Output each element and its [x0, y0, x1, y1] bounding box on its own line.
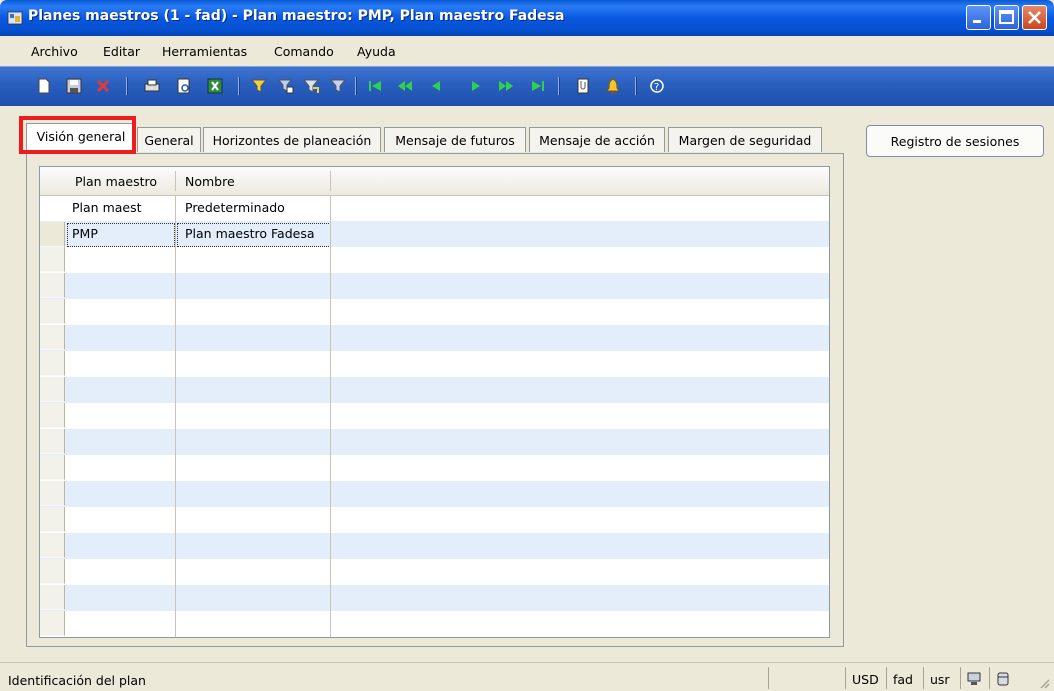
empty-row [40, 611, 829, 637]
column-header-nombre[interactable]: Nombre [185, 174, 235, 189]
delete-icon[interactable] [95, 78, 111, 94]
resize-grip-icon[interactable] [1038, 677, 1050, 689]
menu-editar[interactable]: Editar [103, 44, 140, 59]
empty-row [40, 585, 829, 611]
row-selector [40, 429, 65, 454]
empty-row [40, 455, 829, 481]
status-text: Identificación del plan [8, 673, 146, 688]
print-preview-icon[interactable] [176, 78, 192, 94]
advanced-filter-icon[interactable] [303, 78, 319, 94]
row-selector [40, 481, 65, 506]
focus-outline [67, 223, 175, 247]
next-record-icon[interactable] [468, 78, 484, 94]
row-selector [40, 611, 65, 636]
row-selector [40, 351, 65, 376]
table-row[interactable]: Plan maest Predeterminado [40, 195, 829, 221]
status-computer-cell [960, 667, 988, 689]
minimize-button[interactable] [966, 5, 991, 30]
save-icon[interactable] [66, 78, 82, 94]
next-page-icon[interactable] [498, 78, 514, 94]
empty-row [40, 325, 829, 351]
empty-row [40, 273, 829, 299]
cell-plan-maestro[interactable]: Plan maest [72, 200, 142, 215]
grid: Plan maestro Nombre Plan maest Predeterm… [39, 166, 830, 638]
close-button[interactable] [1022, 5, 1047, 30]
row-selector [40, 533, 65, 558]
menu-bar: Archivo Editar Herramientas Comando Ayud… [0, 36, 1054, 66]
status-currency: USD [845, 667, 885, 689]
row-selector [40, 299, 65, 324]
row-selector [40, 325, 65, 350]
row-selector [40, 455, 65, 480]
previous-page-icon[interactable] [397, 78, 413, 94]
cell-nombre[interactable]: Predeterminado [185, 200, 285, 215]
filter-by-grid-icon[interactable] [278, 78, 294, 94]
app-icon [7, 11, 23, 25]
tab-mensaje-de-futuros[interactable]: Mensaje de futuros [384, 127, 526, 152]
row-selector [40, 247, 65, 272]
empty-row [40, 429, 829, 455]
status-empty-cell [768, 667, 844, 689]
menu-ayuda[interactable]: Ayuda [357, 44, 396, 59]
maximize-icon [999, 10, 1014, 24]
registro-de-sesiones-button[interactable]: Registro de sesiones [866, 125, 1044, 157]
alert-icon[interactable] [605, 78, 621, 94]
empty-row [40, 247, 829, 273]
empty-row [40, 377, 829, 403]
row-selector [40, 559, 65, 584]
row-selector [40, 585, 65, 610]
menu-comando[interactable]: Comando [274, 44, 334, 59]
menu-archivo[interactable]: Archivo [31, 44, 78, 59]
tab-margen-de-seguridad[interactable]: Margen de seguridad [668, 127, 822, 152]
window-title: Planes maestros (1 - fad) - Plan maestro… [28, 8, 565, 24]
last-record-icon[interactable] [530, 78, 546, 94]
attachments-icon[interactable] [575, 78, 591, 94]
close-icon [1028, 11, 1041, 24]
status-database-cell [989, 667, 1017, 689]
database-icon [997, 672, 1009, 686]
new-icon[interactable] [36, 78, 52, 94]
empty-row [40, 299, 829, 325]
empty-row [40, 559, 829, 585]
toolbar: ? [0, 66, 1054, 106]
row-selector [40, 377, 65, 402]
maximize-button[interactable] [994, 5, 1019, 30]
empty-row [40, 507, 829, 533]
column-header-plan-maestro[interactable]: Plan maestro [75, 174, 157, 189]
grid-header: Plan maestro Nombre [40, 167, 829, 196]
tab-highlight-box [19, 116, 136, 154]
svg-text:?: ? [654, 82, 659, 93]
minimize-icon [973, 20, 981, 23]
help-icon[interactable]: ? [649, 78, 665, 94]
empty-row [40, 533, 829, 559]
previous-record-icon[interactable] [428, 78, 444, 94]
first-record-icon[interactable] [367, 78, 383, 94]
remove-filter-icon[interactable] [330, 78, 346, 94]
empty-row [40, 351, 829, 377]
row-selector[interactable] [40, 222, 65, 247]
computer-icon [967, 672, 981, 685]
row-selector [40, 273, 65, 298]
row-selector [40, 403, 65, 428]
tab-mensaje-de-accion[interactable]: Mensaje de acción [529, 127, 665, 152]
empty-row [40, 403, 829, 429]
title-bar: Planes maestros (1 - fad) - Plan maestro… [0, 0, 1054, 36]
print-icon[interactable] [144, 78, 160, 94]
menu-herramientas[interactable]: Herramientas [162, 44, 247, 59]
row-selector [40, 507, 65, 532]
status-bar: Identificación del plan USD fad usr [0, 662, 1054, 691]
status-layer: usr [923, 667, 959, 689]
tab-general[interactable]: General [137, 127, 201, 152]
status-company: fad [886, 667, 922, 689]
focus-outline [177, 223, 331, 247]
tab-horizontes-de-planeacion[interactable]: Horizontes de planeación [203, 127, 381, 152]
excel-export-icon[interactable] [207, 78, 223, 94]
empty-row [40, 481, 829, 507]
filter-by-selection-icon[interactable] [251, 78, 267, 94]
